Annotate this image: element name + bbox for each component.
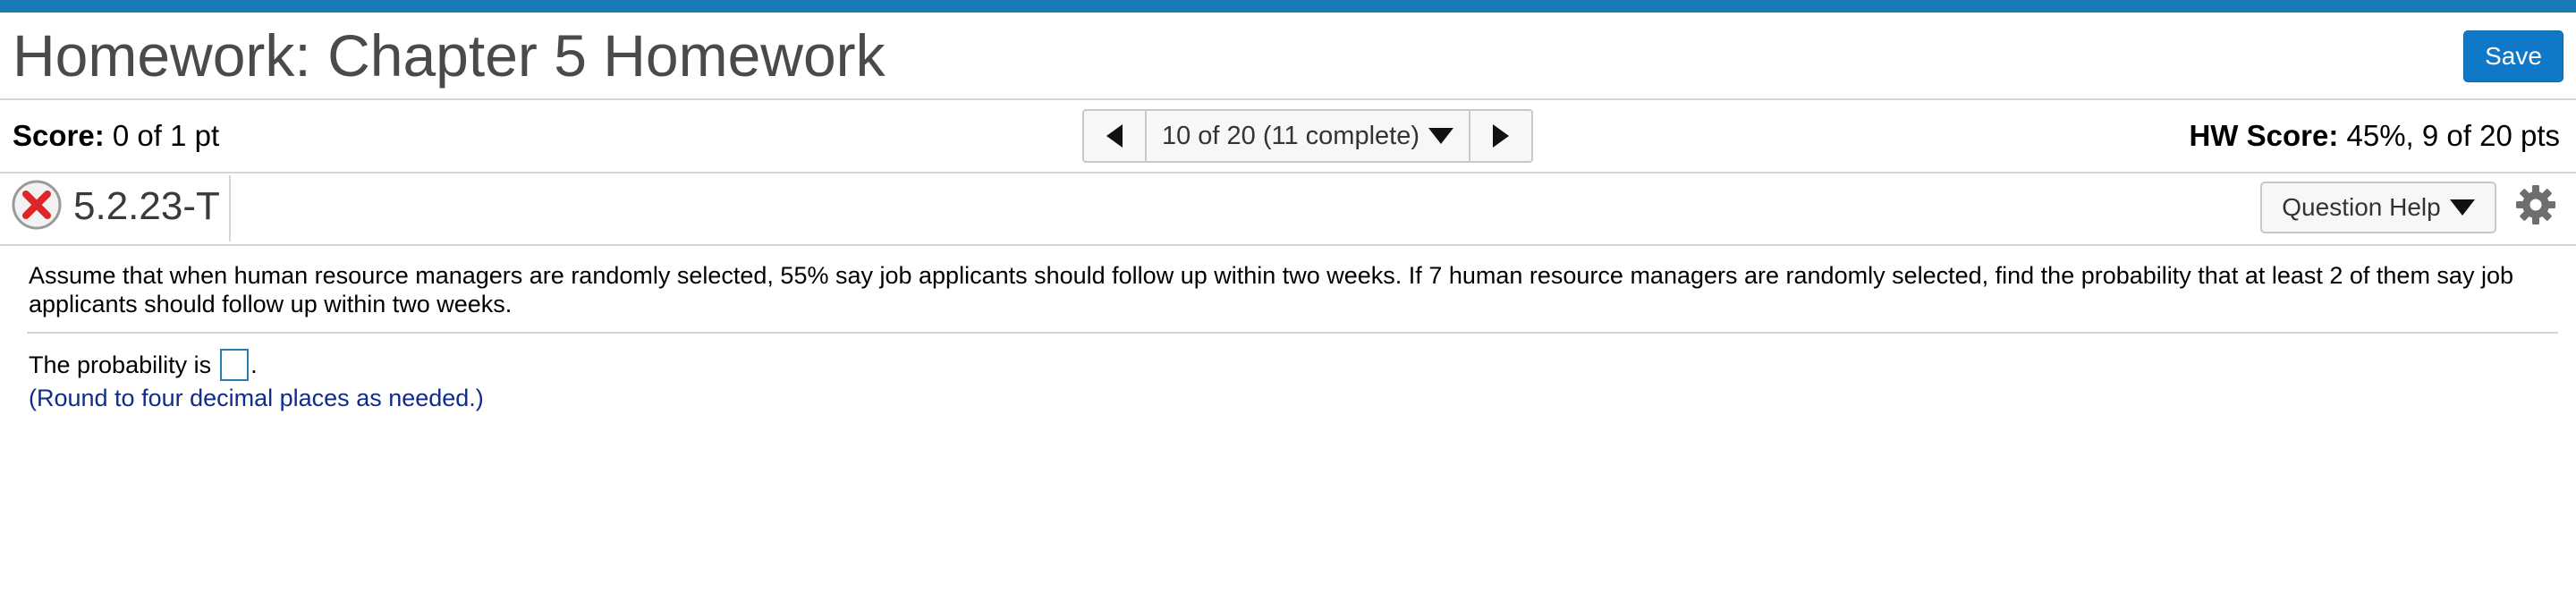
question-score: Score: 0 of 1 pt (13, 118, 219, 154)
divider (0, 98, 2576, 100)
triangle-down-icon (1428, 128, 1454, 144)
top-accent-bar (0, 0, 2576, 13)
triangle-right-icon (1493, 124, 1509, 148)
hw-score-value: 45%, 9 of 20 pts (2346, 119, 2561, 152)
probability-answer-input[interactable] (220, 349, 250, 381)
gear-icon[interactable] (2515, 184, 2556, 225)
triangle-left-icon (1106, 124, 1123, 148)
question-navigator: 10 of 20 (11 complete) (1082, 109, 1533, 163)
question-help-button[interactable]: Question Help (2260, 182, 2496, 233)
question-help-label: Question Help (2282, 193, 2441, 221)
answer-prefix: The probability is (29, 351, 212, 378)
question-select-dropdown[interactable]: 10 of 20 (11 complete) (1147, 111, 1469, 161)
previous-question-button[interactable] (1084, 111, 1147, 161)
question-position-text: 10 of 20 (11 complete) (1161, 121, 1420, 150)
next-question-button[interactable] (1469, 111, 1531, 161)
incorrect-x-icon (12, 180, 62, 230)
question-id: 5.2.23-T (73, 184, 220, 228)
divider (27, 332, 2558, 334)
divider (0, 172, 2576, 174)
triangle-down-icon (2449, 199, 2475, 216)
answer-suffix: . (250, 351, 258, 378)
divider (229, 175, 231, 241)
hw-score-label: HW Score: (2189, 119, 2339, 152)
page-title: Homework: Chapter 5 Homework (13, 22, 886, 89)
question-text: Assume that when human resource managers… (29, 262, 2513, 317)
divider (0, 244, 2576, 246)
save-button[interactable]: Save (2463, 30, 2563, 82)
homework-page: Homework: Chapter 5 Homework Save Score:… (0, 0, 2576, 601)
hw-score: HW Score: 45%, 9 of 20 pts (2189, 118, 2560, 154)
answer-line: The probability is . (29, 349, 258, 381)
score-label: Score: (13, 119, 105, 152)
score-value: 0 of 1 pt (112, 119, 220, 152)
rounding-hint: (Round to four decimal places as needed.… (29, 385, 484, 411)
